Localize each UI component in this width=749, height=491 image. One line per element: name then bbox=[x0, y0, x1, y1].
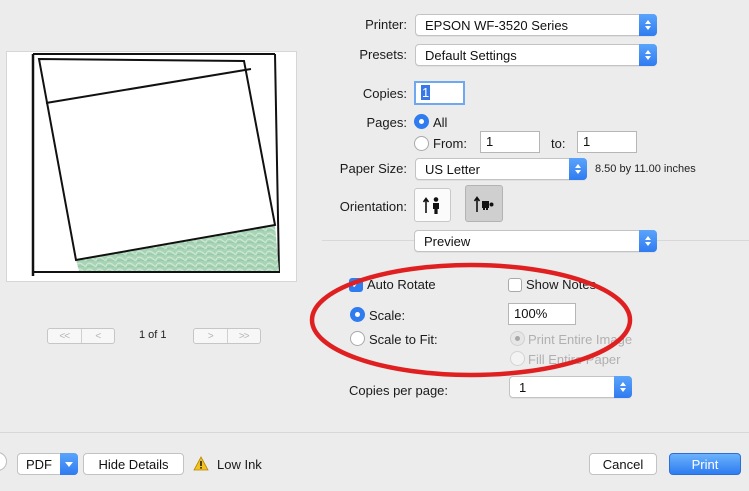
page-count: 1 of 1 bbox=[139, 329, 167, 341]
paper-size-select[interactable]: US Letter bbox=[415, 158, 587, 180]
printer-label: Printer: bbox=[365, 17, 407, 32]
copies-label: Copies: bbox=[362, 86, 407, 101]
scale-to-fit-label: Scale to Fit: bbox=[369, 332, 438, 347]
scale-label: Scale: bbox=[369, 308, 406, 323]
pages-label: Pages: bbox=[366, 115, 407, 130]
stepper-arrows-icon bbox=[569, 158, 587, 180]
preview-page-forward-nav[interactable]: > >> bbox=[193, 328, 261, 344]
portrait-orientation-icon bbox=[422, 197, 439, 214]
stepper-arrows-icon bbox=[639, 44, 657, 66]
low-ink-label: Low Ink bbox=[217, 457, 262, 472]
pages-to-field[interactable]: 1 bbox=[577, 131, 637, 153]
section-select[interactable]: Preview bbox=[414, 230, 657, 252]
presets-select[interactable]: Default Settings bbox=[415, 44, 657, 66]
previous-page-button[interactable]: < bbox=[80, 329, 115, 343]
fill-entire-paper-label: Fill Entire Paper bbox=[528, 352, 621, 367]
next-page-button[interactable]: > bbox=[194, 329, 227, 343]
stepper-arrows-icon bbox=[639, 14, 657, 36]
warning-icon bbox=[193, 456, 209, 474]
presets-label: Presets: bbox=[359, 47, 407, 62]
show-notes-label: Show Notes bbox=[526, 277, 597, 292]
scale-to-fit-radio[interactable] bbox=[350, 331, 365, 346]
paper-dimensions: 8.50 by 11.00 inches bbox=[595, 163, 696, 175]
first-page-button[interactable]: << bbox=[48, 329, 81, 343]
copies-field[interactable]: 1 bbox=[414, 81, 465, 105]
copies-per-page-select[interactable]: 1 bbox=[509, 376, 632, 398]
copies-per-page-value: 1 bbox=[519, 379, 527, 395]
print-button[interactable]: Print bbox=[669, 453, 741, 475]
last-page-button[interactable]: >> bbox=[226, 329, 261, 343]
stepper-arrows-icon bbox=[639, 230, 657, 252]
scale-radio[interactable] bbox=[350, 307, 365, 322]
cancel-button[interactable]: Cancel bbox=[589, 453, 657, 475]
hide-details-button[interactable]: Hide Details bbox=[83, 453, 184, 475]
pages-from-radio[interactable] bbox=[414, 136, 429, 151]
auto-rotate-label: Auto Rotate bbox=[367, 277, 436, 292]
pages-from-label: From: bbox=[433, 136, 467, 151]
printer-value: EPSON WF-3520 Series bbox=[425, 17, 569, 33]
auto-rotate-checkbox[interactable]: ✓ bbox=[349, 278, 363, 292]
pdf-label: PDF bbox=[26, 456, 52, 472]
presets-value: Default Settings bbox=[425, 47, 517, 63]
print-entire-image-label: Print Entire Image bbox=[528, 332, 633, 347]
copies-per-page-label: Copies per page: bbox=[349, 383, 449, 398]
pages-from-field[interactable]: 1 bbox=[480, 131, 540, 153]
print-preview-thumbnail bbox=[6, 51, 297, 282]
chevron-down-icon bbox=[60, 453, 78, 475]
scale-field[interactable]: 100% bbox=[508, 303, 576, 325]
paper-size-value: US Letter bbox=[425, 161, 480, 177]
orientation-portrait-button[interactable] bbox=[414, 188, 451, 222]
orientation-landscape-button[interactable] bbox=[465, 185, 503, 222]
section-value: Preview bbox=[424, 233, 471, 249]
print-entire-image-radio[interactable] bbox=[510, 331, 525, 346]
pdf-menu-button[interactable]: PDF bbox=[17, 453, 78, 475]
paper-size-label: Paper Size: bbox=[339, 161, 407, 176]
fill-entire-paper-radio[interactable] bbox=[510, 351, 525, 366]
stepper-arrows-icon bbox=[614, 376, 632, 398]
help-button[interactable] bbox=[0, 452, 7, 471]
footer-separator bbox=[0, 432, 749, 433]
preview-image bbox=[31, 53, 280, 276]
printer-select[interactable]: EPSON WF-3520 Series bbox=[415, 14, 657, 36]
show-notes-checkbox[interactable] bbox=[508, 278, 522, 292]
orientation-label: Orientation: bbox=[339, 199, 407, 214]
pages-to-label: to: bbox=[551, 136, 566, 151]
preview-page-back-nav[interactable]: << < bbox=[47, 328, 115, 344]
pages-all-radio[interactable] bbox=[414, 114, 429, 129]
pages-all-label: All bbox=[433, 115, 448, 130]
copies-value: 1 bbox=[421, 85, 431, 100]
landscape-orientation-icon bbox=[473, 195, 494, 212]
